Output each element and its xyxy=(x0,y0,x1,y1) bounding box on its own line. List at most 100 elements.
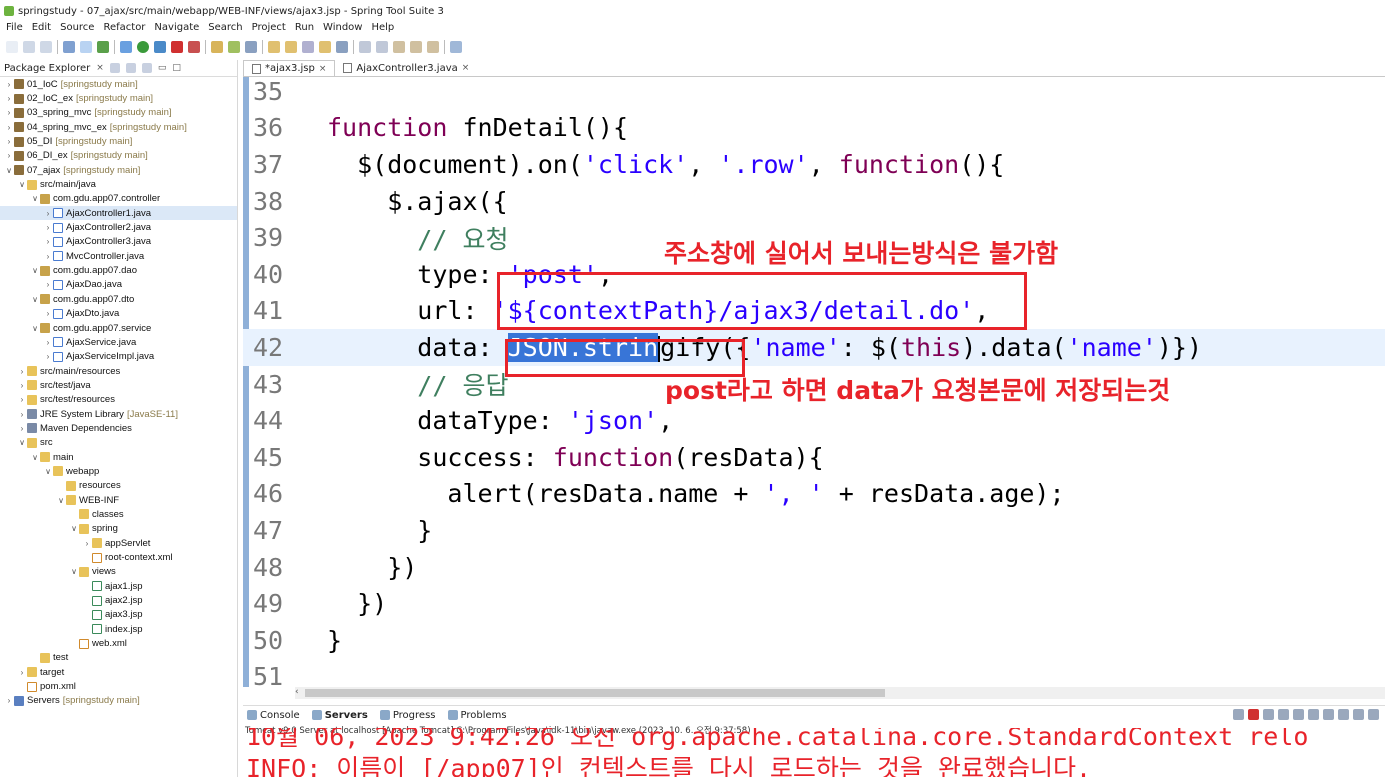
close-tab-icon[interactable]: × xyxy=(462,63,470,73)
collapsed-chevron-icon[interactable]: › xyxy=(17,367,27,376)
tree-item[interactable]: ajax2.jsp xyxy=(0,593,237,607)
collapsed-chevron-icon[interactable]: › xyxy=(82,539,92,548)
collapsed-chevron-icon[interactable]: › xyxy=(43,209,53,218)
tree-item[interactable]: › Servers [springstudy main] xyxy=(0,694,237,708)
forward-icon[interactable] xyxy=(427,41,439,53)
close-icon[interactable]: × xyxy=(96,63,104,73)
code-line[interactable]: 37 $(document).on('click', '.row', funct… xyxy=(243,146,1385,183)
previous-annotation-icon[interactable] xyxy=(376,41,388,53)
tree-item[interactable]: › AjaxController3.java xyxy=(0,235,237,249)
tree-item[interactable]: ∨ src xyxy=(0,436,237,450)
code-line[interactable]: 49 }) xyxy=(243,585,1385,622)
start-server-icon[interactable] xyxy=(1233,709,1244,720)
code-line[interactable]: 46 alert(resData.name + ', ' + resData.a… xyxy=(243,476,1385,513)
tree-item[interactable]: › AjaxService.java xyxy=(0,335,237,349)
tree-item[interactable]: › AjaxController2.java xyxy=(0,220,237,234)
tree-item[interactable]: ∨ spring xyxy=(0,522,237,536)
remove-launch-icon[interactable] xyxy=(1263,709,1274,720)
expanded-chevron-icon[interactable]: ∨ xyxy=(30,453,40,462)
collapsed-chevron-icon[interactable]: › xyxy=(4,108,14,117)
boot-dashboard-icon[interactable] xyxy=(97,41,109,53)
tree-item[interactable]: › src/main/resources xyxy=(0,364,237,378)
server-icon[interactable] xyxy=(188,41,200,53)
menu-source[interactable]: Source xyxy=(60,22,94,33)
menu-search[interactable]: Search xyxy=(208,22,242,33)
search-icon[interactable] xyxy=(245,41,257,53)
collapsed-chevron-icon[interactable]: › xyxy=(4,123,14,132)
pin-console-icon[interactable] xyxy=(1338,709,1349,720)
pen-icon[interactable] xyxy=(302,41,314,53)
tab-problems[interactable]: Problems xyxy=(447,710,507,721)
minimize-icon[interactable]: ▭ xyxy=(158,63,167,73)
editor-tab[interactable]: *ajax3.jsp × xyxy=(243,60,336,76)
console-output[interactable]: 10월 06, 2023 9:42:26 오전 org.apache.catal… xyxy=(243,728,1385,777)
tree-item[interactable]: › appServlet xyxy=(0,536,237,550)
code-line[interactable]: 42 data: JSON.stringify({'name': $(this)… xyxy=(243,329,1385,366)
collapsed-chevron-icon[interactable]: › xyxy=(17,668,27,677)
tree-item[interactable]: ∨ com.gdu.app07.controller xyxy=(0,192,237,206)
tree-item[interactable]: test xyxy=(0,651,237,665)
tree-item[interactable]: ∨ main xyxy=(0,450,237,464)
open-console-icon[interactable] xyxy=(1353,709,1364,720)
collapsed-chevron-icon[interactable]: › xyxy=(4,94,14,103)
next-annotation-icon[interactable] xyxy=(359,41,371,53)
menu-file[interactable]: File xyxy=(6,22,23,33)
open-perspective-icon[interactable] xyxy=(450,41,462,53)
terminal-icon[interactable] xyxy=(63,41,75,53)
menu-edit[interactable]: Edit xyxy=(32,22,51,33)
tree-item[interactable]: web.xml xyxy=(0,636,237,650)
menu-refactor[interactable]: Refactor xyxy=(103,22,145,33)
collapsed-chevron-icon[interactable]: › xyxy=(17,410,27,419)
new-console-icon[interactable] xyxy=(1368,709,1379,720)
editor-horizontal-scrollbar[interactable]: ‹ xyxy=(295,687,1385,699)
tree-item[interactable]: › JRE System Library [JavaSE-11] xyxy=(0,407,237,421)
scrollbar-thumb[interactable] xyxy=(305,689,885,697)
code-line[interactable]: 51 xyxy=(243,659,1385,687)
stop-icon[interactable] xyxy=(171,41,183,53)
code-line[interactable]: 35 xyxy=(243,77,1385,110)
tree-item[interactable]: ∨ com.gdu.app07.dto xyxy=(0,292,237,306)
collapsed-chevron-icon[interactable]: › xyxy=(43,338,53,347)
menu-project[interactable]: Project xyxy=(252,22,286,33)
code-line[interactable]: 48 }) xyxy=(243,549,1385,586)
tree-item[interactable]: ajax1.jsp xyxy=(0,579,237,593)
collapsed-chevron-icon[interactable]: › xyxy=(4,151,14,160)
collapsed-chevron-icon[interactable]: › xyxy=(43,309,53,318)
collapsed-chevron-icon[interactable]: › xyxy=(4,137,14,146)
editor-tab[interactable]: AjaxController3.java × xyxy=(335,60,477,76)
expanded-chevron-icon[interactable]: ∨ xyxy=(30,324,40,333)
expanded-chevron-icon[interactable]: ∨ xyxy=(17,180,27,189)
code-line[interactable]: 38 $.ajax({ xyxy=(243,183,1385,220)
tree-item[interactable]: › src/test/java xyxy=(0,378,237,392)
menu-run[interactable]: Run xyxy=(295,22,314,33)
back-icon[interactable] xyxy=(410,41,422,53)
expanded-chevron-icon[interactable]: ∨ xyxy=(30,295,40,304)
tree-item[interactable]: index.jsp xyxy=(0,622,237,636)
tree-item[interactable]: › AjaxController1.java xyxy=(0,206,237,221)
tree-item[interactable]: pom.xml xyxy=(0,679,237,693)
tree-item[interactable]: › AjaxDao.java xyxy=(0,278,237,292)
expanded-chevron-icon[interactable]: ∨ xyxy=(43,467,53,476)
view-menu-icon[interactable] xyxy=(141,63,152,73)
code-line[interactable]: 50} xyxy=(243,622,1385,659)
annotation-folder-icon[interactable] xyxy=(319,41,331,53)
package-explorer-tab[interactable]: Package Explorer xyxy=(4,63,90,74)
expanded-chevron-icon[interactable]: ∨ xyxy=(30,194,40,203)
run-icon[interactable] xyxy=(137,41,149,53)
menu-help[interactable]: Help xyxy=(371,22,394,33)
expanded-chevron-icon[interactable]: ∨ xyxy=(17,438,27,447)
tree-item[interactable]: › 05_DI [springstudy main] xyxy=(0,134,237,148)
tree-item[interactable]: › AjaxDto.java xyxy=(0,307,237,321)
tree-item[interactable]: › 01_IoC [springstudy main] xyxy=(0,77,237,91)
tree-item[interactable]: › target xyxy=(0,665,237,679)
tree-item[interactable]: › MvcController.java xyxy=(0,249,237,263)
open-type-icon[interactable] xyxy=(211,41,223,53)
scroll-lock-icon[interactable] xyxy=(1293,709,1304,720)
tree-item[interactable]: ∨ WEB-INF xyxy=(0,493,237,507)
code-line[interactable]: 45 success: function(resData){ xyxy=(243,439,1385,476)
tree-item[interactable]: › 03_spring_mvc [springstudy main] xyxy=(0,106,237,120)
code-line[interactable]: 44 dataType: 'json', xyxy=(243,402,1385,439)
globe-icon[interactable] xyxy=(336,41,348,53)
tree-item[interactable]: › Maven Dependencies xyxy=(0,421,237,435)
expanded-chevron-icon[interactable]: ∨ xyxy=(30,266,40,275)
